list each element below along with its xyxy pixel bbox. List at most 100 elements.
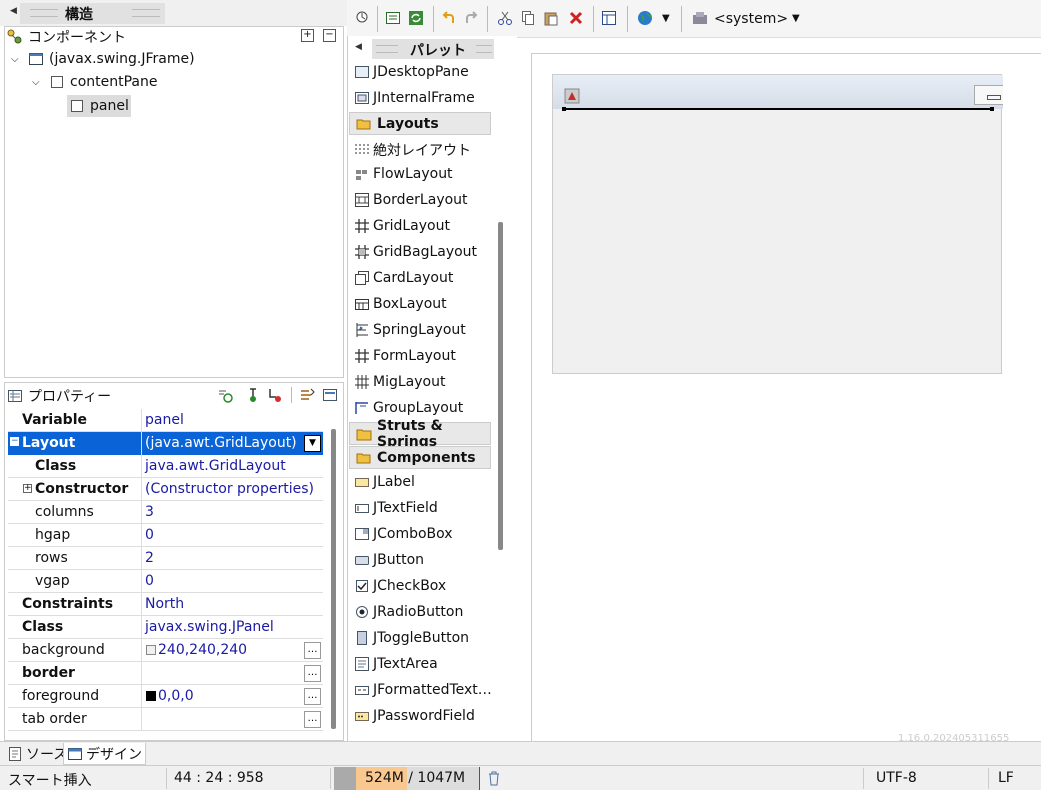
show-events-icon[interactable] [217,387,233,403]
layout-dropdown-button[interactable]: ▼ [304,435,321,452]
property-row-selected[interactable]: − Layout (java.awt.GridLayout) ▼ [8,432,323,455]
palette-item-jcombobox[interactable]: JComboBox [354,526,453,542]
goto-definition-icon[interactable] [246,387,262,403]
palette-item-springlayout[interactable]: SpringLayout [354,322,466,338]
form-icon[interactable] [385,10,401,26]
palette-item-borderlayout[interactable]: BorderLayout [354,192,468,208]
convert-local-icon[interactable] [267,387,283,403]
property-row[interactable]: + Constructor (Constructor properties) [8,478,323,501]
globe-icon[interactable] [637,10,653,26]
folder-icon [356,426,372,442]
advanced-props-icon[interactable] [299,387,315,403]
property-row[interactable]: vgap 0 [8,570,323,593]
properties-header: プロパティー [7,386,111,406]
palette-category-layouts[interactable]: Layouts [349,112,491,135]
palette-category-struts[interactable]: Struts & Springs [349,418,491,450]
edit-button[interactable]: … [304,665,321,682]
palette-tab[interactable]: パレット [372,39,494,59]
palette-item-jcheckbox[interactable]: JCheckBox [354,578,446,594]
collapse-arrow-icon[interactable]: ◀ [355,42,362,52]
look-and-feel-dropdown-icon[interactable]: ▼ [792,13,800,24]
property-row[interactable]: Class javax.swing.JPanel [8,616,323,639]
palette-item-cardlayout[interactable]: CardLayout [354,270,453,286]
property-row[interactable]: Variable panel [8,409,323,432]
layout-icon[interactable] [601,10,617,26]
edit-button[interactable]: … [304,642,321,659]
palette-item-jradiobutton[interactable]: JRadioButton [354,604,463,620]
collapse-all-icon[interactable]: − [323,29,336,42]
tree-node-jframe[interactable]: ⌵ (javax.swing.JFrame) [11,51,195,67]
palette-item-grouplayout[interactable]: GroupLayout [354,400,463,416]
property-row[interactable]: Constraints North [8,593,323,616]
tab-design[interactable]: デザイン [63,743,146,765]
menu-icon[interactable] [322,387,338,403]
delete-icon[interactable] [568,10,584,26]
palette-item-jtextfield[interactable]: JTextField [354,500,438,516]
look-and-feel-icon[interactable] [692,10,708,26]
property-row[interactable]: columns 3 [8,501,323,524]
tree-node-contentpane[interactable]: ⌵ contentPane [32,74,157,90]
jpasswordfield-icon [354,708,370,724]
palette-item-gridbaglayout[interactable]: GridBagLayout [354,244,477,260]
palette-item-jdesktoppane[interactable]: JDesktopPane [354,64,469,80]
edit-button[interactable]: … [304,688,321,705]
resize-handle[interactable] [562,107,566,111]
test-icon[interactable] [355,10,371,26]
property-row[interactable]: tab order… [8,708,323,731]
redo-icon[interactable] [463,10,479,26]
resize-handle[interactable] [990,107,994,111]
palette-title: パレット [410,43,466,59]
look-and-feel-label[interactable]: <system> [714,11,788,27]
collapse-arrow-icon[interactable]: ◀ [10,6,17,16]
expand-icon[interactable]: + [23,484,32,493]
property-row[interactable]: Class java.awt.GridLayout [8,455,323,478]
insert-mode: スマート挿入 [8,773,92,789]
property-row[interactable]: border… [8,662,323,685]
grouplayout-icon [354,400,370,416]
undo-icon[interactable] [441,10,457,26]
cut-icon[interactable] [497,10,513,26]
selected-panel[interactable] [563,108,993,110]
palette-item-jpasswordfield[interactable]: JPasswordField [354,708,475,724]
refresh-icon[interactable] [408,10,424,26]
palette-item-absolute[interactable]: 絶対レイアウト [354,140,471,160]
minimize-button[interactable] [974,85,1003,105]
jframe-preview[interactable] [552,74,1003,374]
borderlayout-icon [354,192,370,208]
toolbar: ▼ <system> ▼ [347,0,1041,38]
trash-icon[interactable] [486,770,502,786]
expand-all-icon[interactable]: + [301,29,314,42]
paste-icon[interactable] [543,10,559,26]
structure-tab[interactable]: 構造 [20,3,165,24]
palette-item-jinternalframe[interactable]: JInternalFrame [354,90,475,106]
palette-item-jtogglebutton[interactable]: JToggleButton [354,630,469,646]
property-row[interactable]: rows 2 [8,547,323,570]
palette-item-formlayout[interactable]: FormLayout [354,348,456,364]
palette-item-jlabel[interactable]: JLabel [354,474,415,490]
chevron-down-icon[interactable]: ⌵ [11,54,23,65]
globe-dropdown-icon[interactable]: ▼ [662,13,670,24]
copy-icon[interactable] [520,10,536,26]
miglayout-icon [354,374,370,390]
property-row[interactable]: hgap 0 [8,524,323,547]
palette-item-miglayout[interactable]: MigLayout [354,374,445,390]
palette-item-flowlayout[interactable]: FlowLayout [354,166,453,182]
palette-category-components[interactable]: Components [349,446,491,469]
property-table: Variable panel − Layout (java.awt.GridLayou… [8,409,323,731]
palette-item-jformattedtext[interactable]: JFormattedText… [354,682,492,698]
properties-scrollbar[interactable] [331,429,336,729]
property-row[interactable]: background 240,240,240… [8,639,323,662]
memory-label: 524M / 1047M [365,770,466,786]
chevron-down-icon[interactable]: ⌵ [32,77,44,88]
jformattedtext-icon [354,682,370,698]
palette-item-gridlayout[interactable]: GridLayout [354,218,450,234]
palette-item-jbutton[interactable]: JButton [354,552,424,568]
property-row[interactable]: foreground 0,0,0… [8,685,323,708]
palette-item-jtextarea[interactable]: JTextArea [354,656,438,672]
tab-source[interactable]: ソース [4,743,70,765]
palette-scrollbar[interactable] [498,222,503,550]
palette-item-boxlayout[interactable]: BoxLayout [354,296,447,312]
edit-button[interactable]: … [304,711,321,728]
tree-node-panel[interactable]: panel [67,95,131,117]
gridbaglayout-icon [354,244,370,260]
